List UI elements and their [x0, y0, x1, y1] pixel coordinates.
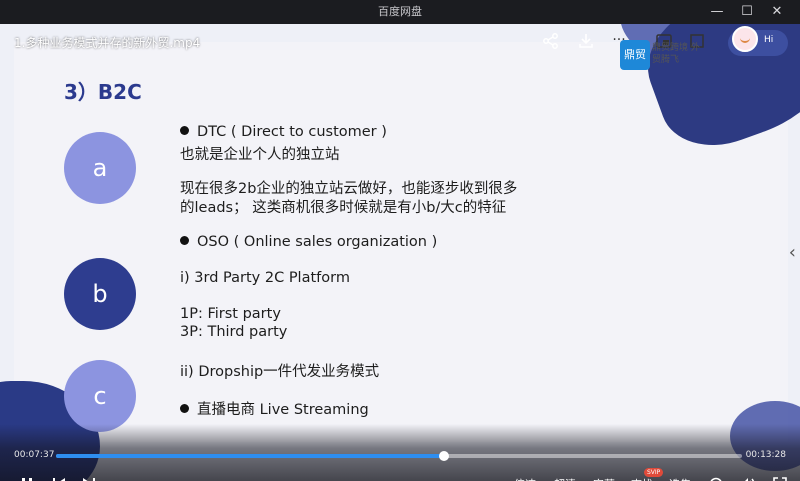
slide-text: 也就是企业个人的独立站 — [180, 147, 340, 163]
video-frame[interactable]: 1.多种业务模式并存的新外贸.mp4 ··· 鼎贸 鼎贸跨境 外贸腾飞 Hi ‹ — [0, 24, 800, 481]
bullet-icon — [180, 404, 189, 413]
minimize-button[interactable]: — — [702, 0, 732, 24]
share-icon[interactable] — [542, 32, 560, 50]
slide-text: 的leads； 这类商机很多时候就是有小b/大c的特征 — [180, 200, 507, 216]
circle-label-a: a — [64, 132, 136, 204]
download-icon[interactable] — [577, 32, 595, 50]
current-time: 00:07:37 — [14, 450, 55, 460]
previous-icon[interactable] — [52, 477, 66, 481]
window-title: 百度网盘 — [378, 5, 422, 18]
side-panel-arrow-icon[interactable]: ‹ — [789, 242, 796, 263]
progress-fill — [56, 454, 444, 458]
video-title: 1.多种业务模式并存的新外贸.mp4 — [14, 36, 201, 50]
bullet-icon — [180, 126, 189, 135]
slide-text: i) 3rd Party 2C Platform — [180, 270, 350, 286]
quality-button[interactable]: 超清 — [554, 476, 576, 481]
slide-bullet-line: 直播电商 Live Streaming — [180, 398, 369, 419]
video-player-window: 百度网盘 — ☐ ✕ 1.多种业务模式并存的新外贸.mp4 ··· 鼎贸 鼎贸跨… — [0, 0, 800, 481]
circle-label-c: c — [64, 360, 136, 432]
subtitle-button[interactable]: 字幕 — [593, 476, 615, 481]
total-time: 00:13:28 — [745, 450, 786, 460]
circle-label-b: b — [64, 258, 136, 330]
close-button[interactable]: ✕ — [762, 0, 792, 24]
slide-bullet-line: OSO ( Online sales organization ) — [180, 234, 437, 250]
bullet-icon — [180, 236, 189, 245]
pause-icon[interactable] — [20, 477, 34, 481]
fullscreen-icon[interactable] — [773, 477, 787, 481]
slide-text: DTC ( Direct to customer ) — [197, 124, 387, 140]
assistant-avatar-icon[interactable] — [732, 26, 758, 52]
progress-bar[interactable] — [56, 451, 742, 461]
next-icon[interactable] — [82, 477, 96, 481]
title-bar: 百度网盘 — ☐ ✕ — [0, 0, 800, 24]
slide-text: OSO ( Online sales organization ) — [197, 234, 438, 250]
slide-bullet-line: DTC ( Direct to customer ) — [180, 124, 387, 140]
slide-text: 现在很多2b企业的独立站云做好，也能逐步收到很多 — [180, 181, 518, 197]
slide-text: 3P: Third party — [180, 324, 288, 340]
progress-handle[interactable] — [438, 451, 449, 461]
slide-text: 直播电商 Live Streaming — [197, 402, 369, 418]
slide-text: ii) Dropship一件代发业务模式 — [180, 364, 380, 380]
slide-text: 1P: First party — [180, 306, 281, 322]
speed-button[interactable]: 倍速 — [514, 476, 536, 481]
assistant-greeting[interactable]: Hi — [764, 35, 773, 45]
eye-protection-icon[interactable] — [708, 477, 724, 481]
logo: 鼎贸 — [620, 40, 650, 70]
player-controls: 00:07:37 00:13:28 倍速 超清 字幕 查找 SVIP — [0, 424, 800, 481]
maximize-button[interactable]: ☐ — [732, 0, 762, 24]
slide-heading: 3）B2C — [64, 80, 142, 104]
volume-icon[interactable] — [740, 477, 756, 481]
episodes-button[interactable]: 选集 — [669, 476, 691, 481]
svip-badge: SVIP — [644, 468, 664, 477]
logo-tagline: 鼎贸跨境 外贸腾飞 — [652, 43, 700, 65]
